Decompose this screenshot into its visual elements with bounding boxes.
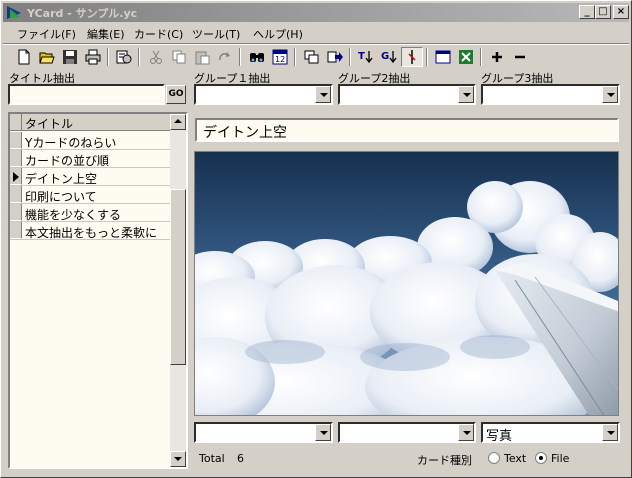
chevron-down-icon[interactable] — [602, 424, 618, 441]
scroll-up-icon[interactable] — [170, 114, 186, 130]
list-item[interactable]: 本文抽出をもっと柔軟に — [10, 222, 170, 240]
cut-icon[interactable] — [145, 47, 167, 67]
forward-icon[interactable] — [324, 47, 346, 67]
maximize-button[interactable]: □ — [595, 5, 611, 19]
list-item[interactable]: カードの並び順 — [10, 150, 170, 168]
toolbar: 12 T G — [3, 45, 629, 69]
svg-text:T: T — [358, 51, 365, 62]
print-icon[interactable] — [82, 47, 104, 67]
sort-group-icon[interactable]: G — [378, 47, 400, 67]
list-item[interactable]: Yカードのねらい — [10, 132, 170, 150]
minimize-button[interactable]: _ — [579, 5, 595, 19]
add-icon[interactable] — [486, 47, 508, 67]
list-item[interactable]: 機能を少なくする — [10, 204, 170, 222]
card-photo — [194, 151, 619, 416]
svg-text:12: 12 — [275, 55, 285, 64]
excel-icon[interactable] — [455, 47, 477, 67]
menu-tools[interactable]: ツール(T) — [192, 26, 240, 42]
card-list: タイトル Yカードのねらい カードの並び順 デイトン上空 印刷について 機能を少… — [8, 112, 188, 469]
menu-file[interactable]: ファイル(F) — [17, 26, 76, 42]
svg-text:G: G — [381, 51, 389, 62]
list-item-selected[interactable]: デイトン上空 — [10, 168, 170, 186]
list-scrollbar[interactable] — [170, 114, 186, 467]
row-pointer-icon — [10, 168, 22, 185]
list-item[interactable]: 印刷について — [10, 186, 170, 204]
open-icon[interactable] — [36, 47, 58, 67]
title-filter-input[interactable] — [8, 84, 165, 105]
app-window: YCard - サンプル.yc _ □ × ファイル(F) 編集(E) カード(… — [0, 0, 632, 478]
calendar-icon[interactable]: 12 — [269, 47, 291, 67]
card-title-field[interactable]: デイトン上空 — [195, 118, 619, 142]
sort-title-icon[interactable]: T — [355, 47, 377, 67]
window-icon[interactable] — [301, 47, 323, 67]
go-button[interactable]: GO — [166, 85, 186, 104]
chevron-down-icon[interactable] — [315, 424, 331, 441]
list-header-title: タイトル — [25, 117, 74, 131]
file-radio-label[interactable]: File — [551, 452, 569, 465]
close-button[interactable]: × — [613, 5, 629, 19]
chevron-down-icon[interactable] — [458, 86, 474, 103]
chevron-down-icon[interactable] — [458, 424, 474, 441]
menu-edit[interactable]: 編集(E) — [87, 26, 125, 42]
text-radio-label[interactable]: Text — [504, 452, 526, 465]
new-icon[interactable] — [13, 47, 35, 67]
find-icon[interactable] — [246, 47, 268, 67]
filter-icon[interactable] — [401, 47, 423, 67]
card-group2-combo[interactable] — [338, 422, 476, 443]
scroll-down-icon[interactable] — [170, 451, 186, 467]
group1-filter-combo[interactable] — [194, 84, 333, 105]
settings-icon[interactable] — [113, 47, 135, 67]
menu-help[interactable]: ヘルプ(H) — [253, 26, 303, 42]
redo-icon[interactable] — [214, 47, 236, 67]
total-value: 6 — [237, 452, 244, 465]
chevron-down-icon[interactable] — [315, 86, 331, 103]
menu-bar: ファイル(F) 編集(E) カード(C) ツール(T) ヘルプ(H) — [3, 23, 629, 43]
paste-icon[interactable] — [191, 47, 213, 67]
group2-filter-combo[interactable] — [338, 84, 476, 105]
window-title: YCard - サンプル.yc — [27, 7, 138, 20]
menu-card[interactable]: カード(C) — [134, 26, 183, 42]
copy-icon[interactable] — [168, 47, 190, 67]
chevron-down-icon[interactable] — [602, 86, 618, 103]
app-logo-icon — [7, 6, 21, 19]
file-radio[interactable] — [535, 452, 547, 464]
form-icon[interactable] — [432, 47, 454, 67]
list-header[interactable]: タイトル — [10, 114, 170, 131]
total-label: Total — [199, 452, 225, 465]
remove-icon[interactable] — [509, 47, 531, 67]
scroll-thumb[interactable] — [170, 189, 186, 365]
text-radio[interactable] — [488, 452, 500, 464]
group3-filter-combo[interactable] — [481, 84, 620, 105]
title-bar: YCard - サンプル.yc _ □ × — [3, 3, 629, 22]
card-group3-combo[interactable]: 写真 — [481, 422, 620, 444]
save-icon[interactable] — [59, 47, 81, 67]
card-group1-combo[interactable] — [194, 422, 333, 443]
card-kind-label: カード種別 — [417, 454, 472, 467]
